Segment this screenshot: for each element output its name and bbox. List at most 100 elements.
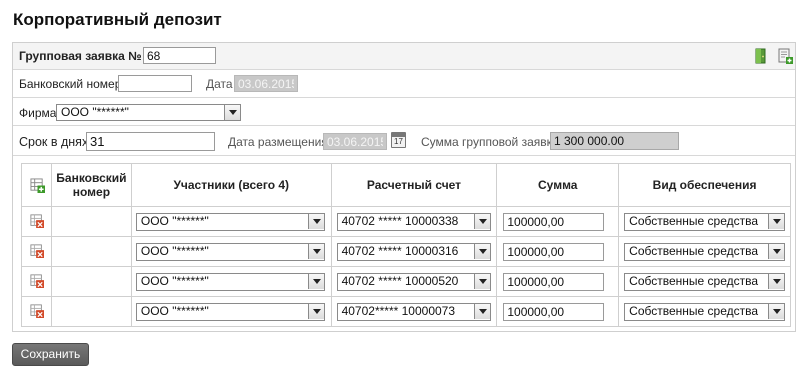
bank-number-row: Банковский номер Дата [13,70,795,98]
account-cell: 40702 ***** 10000338 [330,206,498,237]
header-bank-number: Банковский номер [50,163,132,207]
participant-select-value: ООО "******" [140,304,209,318]
table-row: ООО "******" 40702 ***** 10000316 Собствен… [21,236,791,267]
security-select[interactable]: Собственные средства [624,213,785,231]
security-select-value: Собственные средства [629,304,759,318]
participant-cell: ООО "******" [130,296,332,327]
participant-cell: ООО "******" [130,266,332,297]
chevron-down-icon [224,105,240,120]
row-delete-cell [21,206,52,237]
group-request-form: Групповая заявка № Банковский номер Дата… [12,42,796,332]
row-delete-icon[interactable] [30,274,44,288]
chevron-down-icon [474,274,491,289]
security-select-value: Собственные средства [629,214,759,228]
add-row-header [21,163,52,207]
bank-number-label: Банковский номер [19,77,122,91]
term-field[interactable] [86,132,215,151]
sum-field[interactable] [503,213,605,231]
row-delete-cell [21,296,52,327]
row-bank-number [50,266,132,297]
table-row: ООО "******" 40702***** 10000073 Собственн… [21,296,791,327]
participant-cell: ООО "******" [130,206,332,237]
security-cell: Собственные средства [618,266,791,297]
row-delete-icon[interactable] [30,244,44,258]
participant-select[interactable]: ООО "******" [135,213,325,231]
account-select[interactable]: 40702 ***** 10000316 [336,243,492,261]
page-title: Корпоративный депозит [13,10,222,29]
group-request-label: Групповая заявка № [19,49,142,63]
security-cell: Собственные средства [618,236,791,267]
row-bank-number [50,296,132,327]
security-select[interactable]: Собственные средства [624,273,785,291]
chevron-down-icon [307,244,324,259]
group-sum-label: Сумма групповой заявки [421,135,559,149]
participant-select[interactable]: ООО "******" [135,303,325,321]
placement-date-label: Дата размещения [228,135,328,149]
date-label: Дата [206,77,233,91]
group-sum-field [550,132,679,150]
table-header-row: Банковский номер Участники (всего 4) Рас… [21,163,791,207]
placement-date-field [323,133,387,150]
row-delete-icon[interactable] [30,214,44,228]
participants-table: Банковский номер Участники (всего 4) Рас… [21,163,791,327]
chevron-down-icon [474,214,491,229]
sum-cell [496,236,620,267]
firm-label: Фирма [19,106,57,120]
chevron-down-icon [474,304,491,319]
account-select-value: 40702***** 10000073 [341,304,456,318]
header-security: Вид обеспечения [618,163,791,207]
chevron-down-icon [768,304,784,319]
security-cell: Собственные средства [618,296,791,327]
bank-number-field[interactable] [118,75,192,92]
exit-door-icon[interactable] [753,48,769,64]
chevron-down-icon [768,214,784,229]
calendar-icon-day: 17 [394,137,403,146]
security-cell: Собственные средства [618,206,791,237]
firm-select[interactable]: ООО "******" [56,104,241,121]
firm-row: Фирма ООО "******" [13,98,795,126]
participant-select-value: ООО "******" [140,274,209,288]
account-cell: 40702 ***** 10000520 [330,266,498,297]
group-request-number-field[interactable] [143,47,216,64]
security-select[interactable]: Собственные средства [624,303,785,321]
participant-select[interactable]: ООО "******" [135,273,325,291]
account-cell: 40702***** 10000073 [330,296,498,327]
chevron-down-icon [768,244,784,259]
participant-select[interactable]: ООО "******" [135,243,325,261]
sum-field[interactable] [503,303,605,321]
term-row: Срок в днях Дата размещения 17 Сумма гру… [13,126,795,156]
account-cell: 40702 ***** 10000316 [330,236,498,267]
add-document-icon[interactable] [777,48,793,64]
account-select-value: 40702 ***** 10000316 [341,244,459,258]
account-select[interactable]: 40702***** 10000073 [336,303,492,321]
participant-select-value: ООО "******" [140,244,209,258]
participant-cell: ООО "******" [130,236,332,267]
date-field [234,75,298,92]
account-select-value: 40702 ***** 10000338 [341,214,459,228]
account-select[interactable]: 40702 ***** 10000338 [336,213,492,231]
chevron-down-icon [307,304,324,319]
row-delete-icon[interactable] [30,304,44,318]
sum-field[interactable] [503,243,605,261]
row-bank-number [50,236,132,267]
table-add-icon[interactable] [30,178,45,193]
header-sum: Сумма [496,163,620,207]
participant-select-value: ООО "******" [140,214,209,228]
chevron-down-icon [307,274,324,289]
chevron-down-icon [768,274,784,289]
security-select-value: Собственные средства [629,244,759,258]
group-request-row: Групповая заявка № [13,43,795,70]
sum-cell [496,266,620,297]
term-label: Срок в днях [19,135,89,149]
sum-field[interactable] [503,273,605,291]
sum-cell [496,296,620,327]
row-delete-cell [21,266,52,297]
row-delete-cell [21,236,52,267]
account-select[interactable]: 40702 ***** 10000520 [336,273,492,291]
security-select[interactable]: Собственные средства [624,243,785,261]
table-row: ООО "******" 40702 ***** 10000520 Собствен… [21,266,791,297]
calendar-icon[interactable]: 17 [391,132,406,148]
save-button[interactable]: Сохранить [12,343,89,366]
firm-select-value: ООО "******" [61,105,129,119]
table-row: ООО "******" 40702 ***** 10000338 Собствен… [21,206,791,237]
